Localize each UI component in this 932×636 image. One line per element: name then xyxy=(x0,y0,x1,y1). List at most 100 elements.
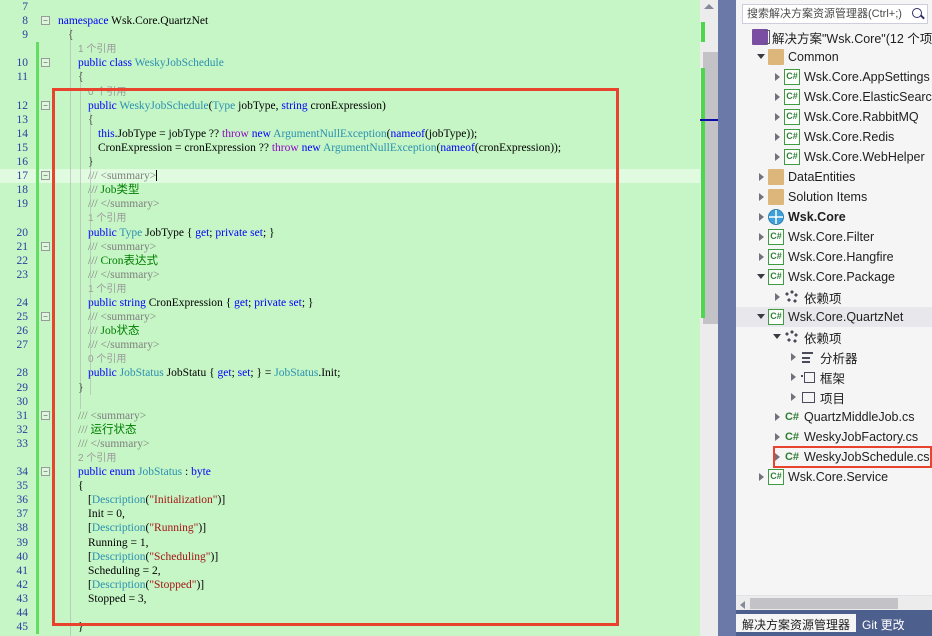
code-line[interactable]: 38 [Description("Running")] xyxy=(0,521,706,535)
code-line[interactable]: 9{ xyxy=(0,28,706,42)
expand-collapse-closed-icon[interactable] xyxy=(788,351,800,363)
code-line[interactable]: 25 − /// <summary> xyxy=(0,310,706,324)
code-line[interactable]: 27 /// </summary> xyxy=(0,338,706,352)
code-line[interactable]: 17 − /// <summary> xyxy=(0,169,706,184)
code-line[interactable]: 30 xyxy=(0,395,706,409)
expand-collapse-closed-icon[interactable] xyxy=(756,231,768,243)
expand-collapse-closed-icon[interactable] xyxy=(772,111,784,123)
code-line[interactable]: 34 − public enum JobStatus : byte xyxy=(0,465,706,479)
code-line[interactable]: 26 /// Job状态 xyxy=(0,324,706,338)
tree-item-wsk.core.appsettings[interactable]: C# Wsk.Core.AppSettings xyxy=(736,67,932,87)
expand-collapse-open-icon[interactable] xyxy=(756,51,768,63)
code-line[interactable]: 15 CronExpression = cronExpression ?? thr… xyxy=(0,141,706,155)
fold-collapse-icon[interactable]: − xyxy=(41,58,50,68)
code-line[interactable]: 44 xyxy=(0,606,706,620)
tree-item-wsk.core.redis[interactable]: C# Wsk.Core.Redis xyxy=(736,127,932,147)
expand-collapse-closed-icon[interactable] xyxy=(756,171,768,183)
tree-item-weskyjobfactory.cs[interactable]: C# WeskyJobFactory.cs xyxy=(736,427,932,447)
code-line[interactable]: 33 /// </summary> xyxy=(0,437,706,451)
tree-item--[interactable]: 框架 xyxy=(736,367,932,387)
expand-collapse-closed-icon[interactable] xyxy=(772,291,784,303)
search-input[interactable] xyxy=(743,5,909,23)
tree-item--[interactable]: 依赖项 xyxy=(736,287,932,307)
expand-collapse-closed-icon[interactable] xyxy=(772,431,784,443)
horizontal-scrollbar-thumb[interactable] xyxy=(750,598,898,609)
code-line[interactable]: 16} xyxy=(0,155,706,169)
code-line[interactable]: 22 /// Cron表达式 xyxy=(0,254,706,268)
code-line[interactable]: 32 /// 运行状态 xyxy=(0,423,706,437)
scrollbar-thumb[interactable] xyxy=(703,52,718,324)
expand-collapse-closed-icon[interactable] xyxy=(772,91,784,103)
expand-collapse-closed-icon[interactable] xyxy=(756,471,768,483)
tree-item-wsk.core.hangfire[interactable]: C# Wsk.Core.Hangfire xyxy=(736,247,932,267)
tree-item-wsk.core.service[interactable]: C# Wsk.Core.Service xyxy=(736,467,932,487)
tree-item-wsk.core.quartznet[interactable]: C# Wsk.Core.QuartzNet xyxy=(736,307,932,327)
code-line[interactable]: 35 { xyxy=(0,479,706,493)
code-line[interactable]: 14 this.JobType = jobType ?? throw new Ar… xyxy=(0,127,706,141)
solution-search-box[interactable] xyxy=(742,4,928,24)
tree-item-wsk.core.filter[interactable]: C# Wsk.Core.Filter xyxy=(736,227,932,247)
fold-collapse-icon[interactable]: − xyxy=(41,241,50,251)
tree-item-wsk.core.rabbitmq[interactable]: C# Wsk.Core.RabbitMQ xyxy=(736,107,932,127)
tree-item-dataentities[interactable]: DataEntities xyxy=(736,167,932,187)
fold-collapse-icon[interactable]: − xyxy=(41,467,50,477)
code-line[interactable]: 7 xyxy=(0,0,706,14)
expand-collapse-closed-icon[interactable] xyxy=(756,191,768,203)
expand-collapse-closed-icon[interactable] xyxy=(788,391,800,403)
fold-collapse-icon[interactable]: − xyxy=(41,171,50,181)
code-line[interactable]: 29} xyxy=(0,381,706,395)
code-line[interactable]: 42 [Description("Stopped")] xyxy=(0,578,706,592)
tree-item--[interactable]: 项目 xyxy=(736,387,932,407)
code-line[interactable]: 1 个引用 xyxy=(0,211,706,225)
fold-collapse-icon[interactable]: − xyxy=(41,410,50,420)
code-line[interactable]: 40 [Description("Scheduling")] xyxy=(0,550,706,564)
solution-horizontal-scrollbar[interactable] xyxy=(736,595,932,610)
editor-vertical-scrollbar[interactable] xyxy=(700,0,718,636)
fold-collapse-icon[interactable]: − xyxy=(41,16,50,26)
tree-item-solution-items[interactable]: Solution Items xyxy=(736,187,932,207)
code-line[interactable]: 20 public Type JobType { get; private set… xyxy=(0,226,706,240)
code-line[interactable]: 19 /// </summary> xyxy=(0,197,706,211)
code-line[interactable]: 18 /// Job类型 xyxy=(0,183,706,197)
code-text-area[interactable]: 78−namespace Wsk.Core.QuartzNet9{1 个引用10… xyxy=(0,0,706,636)
tree-item-wsk.core.elasticsearch[interactable]: C# Wsk.Core.ElasticSearch xyxy=(736,87,932,107)
tree-item-wsk.core[interactable]: Wsk.Core xyxy=(736,207,932,227)
search-icon[interactable] xyxy=(909,5,927,23)
tree-item--[interactable]: 依赖项 xyxy=(736,327,932,347)
code-line[interactable]: 12 − public WeskyJobSchedule(Type jobType,… xyxy=(0,99,706,113)
expand-collapse-closed-icon[interactable] xyxy=(772,411,784,423)
code-line[interactable]: 1 个引用 xyxy=(0,282,706,296)
code-line[interactable]: 11{ xyxy=(0,70,706,84)
code-line[interactable]: 37 Init = 0, xyxy=(0,507,706,521)
code-line[interactable]: 10 − public class WeskyJobSchedule xyxy=(0,56,706,70)
code-line[interactable]: 41 Scheduling = 2, xyxy=(0,564,706,578)
expand-collapse-open-icon[interactable] xyxy=(756,311,768,323)
tree-item-weskyjobschedule.cs[interactable]: C# WeskyJobSchedule.cs xyxy=(736,447,932,467)
code-line[interactable]: 28 public JobStatus JobStatu { get; set; … xyxy=(0,366,706,380)
code-line[interactable]: 8 − namespace Wsk.Core.QuartzNet xyxy=(0,14,706,28)
solution-tree[interactable]: 解决方案"Wsk.Core"(12 个项目) Common C# Wsk.Core.A… xyxy=(736,27,932,595)
expand-collapse-closed-icon[interactable] xyxy=(788,371,800,383)
fold-collapse-icon[interactable]: − xyxy=(41,100,50,110)
expand-collapse-closed-icon[interactable] xyxy=(772,131,784,143)
tree-item--[interactable]: 分析器 xyxy=(736,347,932,367)
code-line[interactable]: 13{ xyxy=(0,113,706,127)
tree-item-common[interactable]: Common xyxy=(736,47,932,67)
scroll-left-arrow-icon[interactable] xyxy=(740,601,745,609)
scroll-up-arrow-icon[interactable] xyxy=(704,4,714,9)
code-line[interactable]: 36 [Description("Initialization")] xyxy=(0,493,706,507)
expand-collapse-open-icon[interactable] xyxy=(772,331,784,343)
code-line[interactable]: 2 个引用 xyxy=(0,451,706,465)
code-line[interactable]: 0 个引用 xyxy=(0,85,706,99)
tree-item-wsk.core.package[interactable]: C# Wsk.Core.Package xyxy=(736,267,932,287)
expand-collapse-closed-icon[interactable] xyxy=(756,211,768,223)
expand-collapse-closed-icon[interactable] xyxy=(772,151,784,163)
code-line[interactable]: 1 个引用 xyxy=(0,42,706,56)
code-line[interactable]: 24 public string CronExpression { get; pr… xyxy=(0,296,706,310)
expand-collapse-open-icon[interactable] xyxy=(756,271,768,283)
code-line[interactable]: 23 /// </summary> xyxy=(0,268,706,282)
code-line[interactable]: 0 个引用 xyxy=(0,352,706,366)
code-line[interactable]: 21 − /// <summary> xyxy=(0,240,706,254)
expand-collapse-closed-icon[interactable] xyxy=(756,251,768,263)
tree-item--wsk.core-12-[interactable]: 解决方案"Wsk.Core"(12 个项目) xyxy=(736,27,932,47)
